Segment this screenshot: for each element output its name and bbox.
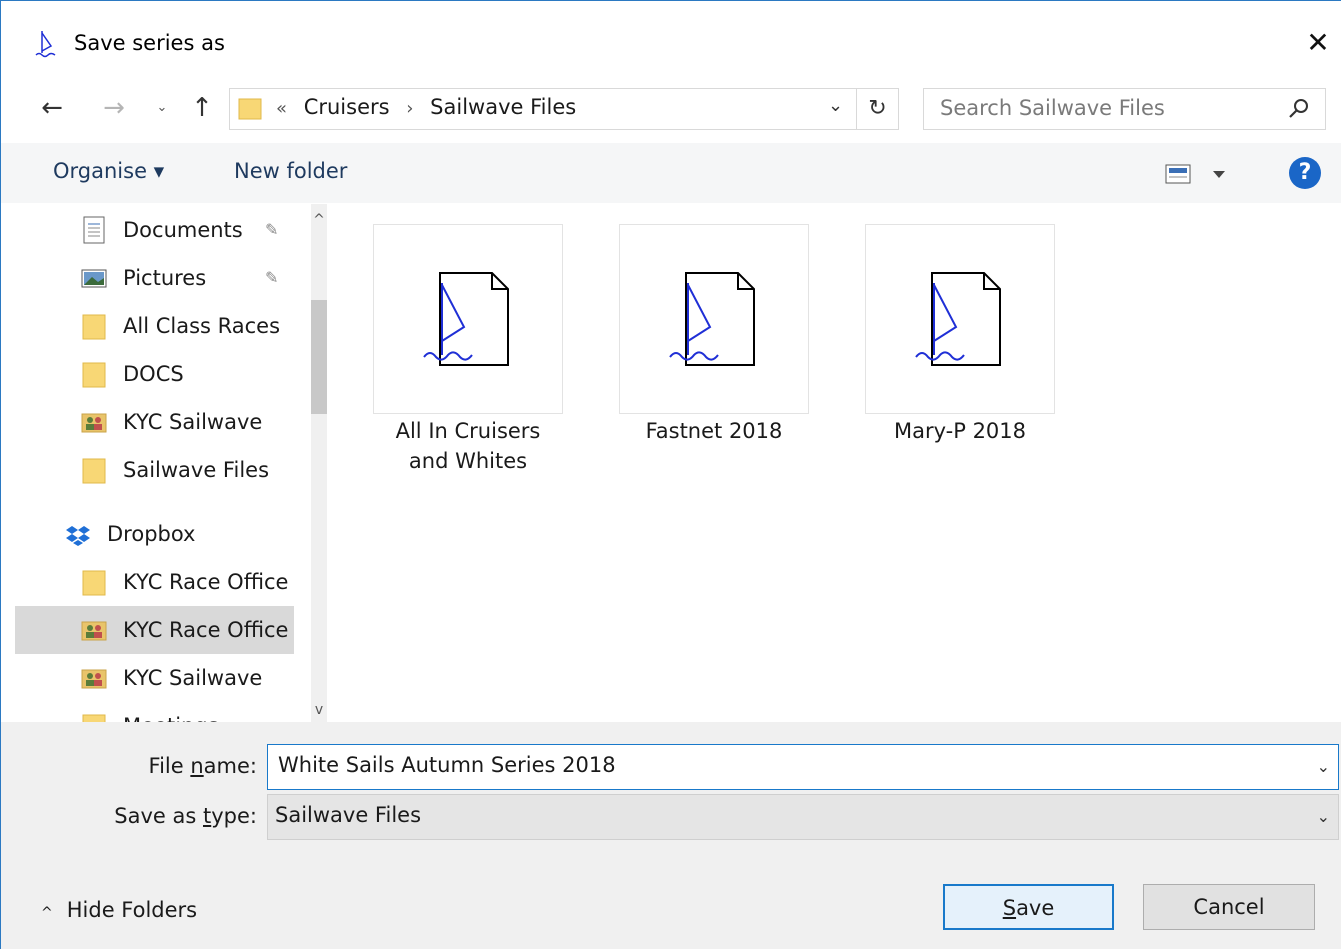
forward-button[interactable]: → [97, 91, 131, 125]
sidebar-item-meetings[interactable]: Meetings [15, 702, 294, 722]
file-item[interactable]: Fastnet 2018 [607, 204, 809, 484]
scroll-down-icon[interactable]: v [311, 702, 327, 718]
file-name-line: and Whites [408, 449, 528, 473]
sidebar-item-label: Dropbox [107, 522, 196, 546]
folder-icon [82, 362, 106, 388]
chevron-up-icon: ^ [41, 905, 53, 921]
command-toolbar: Organise ▾ New folder ? [1, 143, 1341, 203]
sidebar-item-docs[interactable]: DOCS [15, 350, 294, 398]
breadcrumb-overflow[interactable]: « [276, 98, 287, 119]
save-as-type-select[interactable]: Sailwave Files ⌄ [267, 794, 1339, 840]
recent-locations-button[interactable]: ⌄ [145, 91, 179, 125]
sidebar-item-sailwave-files[interactable]: Sailwave Files [15, 446, 294, 494]
address-dropdown-icon[interactable]: ⌄ [828, 95, 843, 116]
save-as-type-value: Sailwave Files [275, 803, 422, 827]
window-title: Save series as [74, 31, 225, 55]
filename-input[interactable]: White Sails Autumn Series 2018 ⌄ [267, 744, 1339, 790]
breadcrumb-cruisers[interactable]: Cruisers [304, 95, 390, 119]
change-view-icon[interactable] [1165, 161, 1237, 187]
pin-icon: ✎ [265, 268, 279, 287]
file-name: All In Cruisers and Whites [361, 416, 575, 476]
sidebar-item-label: KYC Race Office [123, 618, 289, 642]
hide-folders-button[interactable]: ^ Hide Folders [41, 898, 197, 922]
document-icon [83, 216, 105, 244]
sidebar-item-kyc-sailwave[interactable]: KYC Sailwave [15, 398, 294, 446]
folder-icon [82, 570, 106, 596]
shared-folder-icon [81, 413, 107, 433]
file-thumbnail [865, 224, 1055, 414]
sidebar-item-label: KYC Sailwave [123, 410, 263, 434]
file-thumbnail [619, 224, 809, 414]
pictures-icon [81, 269, 107, 288]
save-form: File name: White Sails Autumn Series 201… [1, 722, 1341, 949]
file-item[interactable]: Mary-P 2018 [853, 204, 1055, 484]
navigation-bar: ← → ⌄ ↑ « Cruisers › Sailwave Files ⌄ ↻ … [1, 79, 1341, 139]
shared-folder-icon [81, 669, 107, 689]
folder-icon [82, 458, 106, 484]
back-button[interactable]: ← [35, 91, 69, 125]
sidebar-item-label: Sailwave Files [123, 458, 270, 482]
sidebar-item-label: DOCS [123, 362, 184, 386]
close-button[interactable]: ✕ [1295, 19, 1341, 67]
sidebar-item-label: KYC Sailwave [123, 666, 263, 690]
sidebar-item-pictures[interactable]: Pictures ✎ [15, 254, 294, 302]
sidebar-item-documents[interactable]: Documents ✎ [15, 206, 294, 254]
sidebar-item-kyc-race-office[interactable]: KYC Race Office [15, 558, 294, 606]
file-name-line: Mary-P 2018 [893, 419, 1027, 443]
folder-icon [82, 314, 106, 340]
filename-value[interactable]: White Sails Autumn Series 2018 [278, 753, 616, 777]
file-list: All In Cruisers and Whites Fastnet 2018 [331, 204, 1341, 722]
filename-label: File name: [148, 754, 257, 778]
search-input[interactable]: Search Sailwave Files [923, 88, 1326, 130]
search-placeholder: Search Sailwave Files [940, 96, 1165, 120]
file-item[interactable]: All In Cruisers and Whites [361, 204, 563, 484]
folder-icon [82, 714, 106, 722]
scroll-up-icon[interactable]: ^ [311, 212, 327, 228]
file-name: Mary-P 2018 [853, 416, 1067, 446]
breadcrumb-sailwave-files[interactable]: Sailwave Files [430, 95, 576, 119]
hide-folders-label: Hide Folders [66, 898, 198, 922]
shared-folder-icon [81, 621, 107, 641]
chevron-down-icon[interactable]: ⌄ [1317, 757, 1330, 776]
sidebar-item-all-class-races[interactable]: All Class Races [15, 302, 294, 350]
chevron-down-icon[interactable]: ⌄ [1317, 807, 1330, 826]
sidebar-item-label: Pictures [123, 266, 207, 290]
sidebar-item-kyc-sailwave-shared[interactable]: KYC Sailwave [15, 654, 294, 702]
search-icon [1289, 99, 1308, 118]
save-as-type-label: Save as type: [114, 804, 257, 828]
sailwave-file-icon [423, 272, 509, 366]
sidebar-item-label: KYC Race Office [123, 570, 289, 594]
sailwave-app-icon [35, 31, 56, 58]
save-button[interactable]: Save [943, 884, 1114, 930]
up-button[interactable]: ↑ [185, 91, 219, 125]
sidebar-item-kyc-race-office-shared[interactable]: KYC Race Office [15, 606, 294, 654]
refresh-button[interactable]: ↻ [856, 89, 898, 129]
breadcrumb-separator[interactable]: › [406, 98, 413, 119]
sidebar-item-label: Meetings [123, 714, 219, 722]
title-bar: Save series as ✕ [1, 1, 1341, 77]
sidebar-scrollbar[interactable]: ^ v [311, 204, 327, 722]
sailwave-file-icon [669, 272, 755, 366]
file-name-line: All In Cruisers [395, 419, 541, 443]
help-icon[interactable]: ? [1289, 157, 1321, 189]
breadcrumb: « Cruisers › Sailwave Files [276, 95, 576, 119]
sidebar-item-label: Documents [123, 218, 243, 242]
file-name-line: Fastnet 2018 [645, 419, 783, 443]
organise-menu-button[interactable]: Organise ▾ [53, 159, 164, 183]
save-dialog: Save series as ✕ ← → ⌄ ↑ « Cruisers › Sa… [0, 0, 1341, 949]
file-name: Fastnet 2018 [607, 416, 821, 446]
new-folder-button[interactable]: New folder [234, 159, 347, 183]
dropbox-icon [66, 526, 90, 546]
address-bar[interactable]: « Cruisers › Sailwave Files ⌄ ↻ [229, 88, 899, 130]
cancel-button[interactable]: Cancel [1143, 884, 1315, 930]
file-thumbnail [373, 224, 563, 414]
folder-icon [238, 98, 262, 120]
navigation-pane: Documents ✎ Pictures ✎ All Class Races D… [15, 204, 327, 722]
sailwave-file-icon [915, 272, 1001, 366]
scroll-thumb[interactable] [311, 300, 327, 414]
sidebar-item-dropbox[interactable]: Dropbox [15, 510, 294, 558]
sidebar-item-label: All Class Races [123, 314, 281, 338]
pin-icon: ✎ [265, 220, 279, 239]
